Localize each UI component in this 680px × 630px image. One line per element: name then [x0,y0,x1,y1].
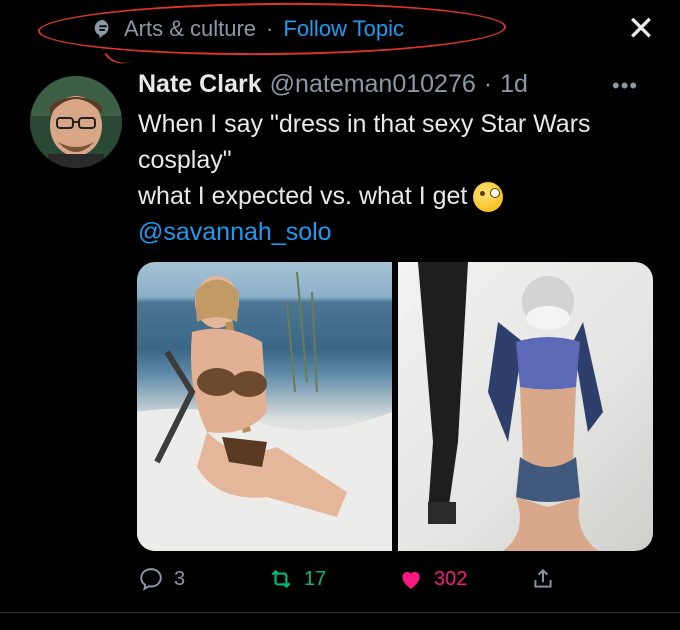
tweet-text-line: cosplay" [138,146,232,174]
photo-right[interactable] [398,262,653,551]
follow-topic-link[interactable]: Follow Topic [283,16,404,42]
like-count: 302 [434,567,468,590]
tweet-text-line: When I say "dress in that sexy Star Wars [138,110,591,138]
mention-link[interactable]: @savannah_solo [138,214,658,250]
tweet-text-line: what I expected vs. what I get [138,178,658,214]
topic-category[interactable]: Arts & culture [124,16,256,42]
topic-row: Arts & culture · Follow Topic [92,12,404,46]
author-handle[interactable]: @nateman010276 [270,70,476,99]
share-action[interactable] [530,566,556,592]
photo-left[interactable] [137,262,392,551]
like-action[interactable]: 302 [398,566,530,592]
topic-icon [92,18,114,40]
topic-separator: · [266,16,274,41]
tweet-time[interactable]: 1d [500,70,528,99]
tweet-header: Nate Clark @nateman010276 · 1d [138,70,528,99]
media-grid [137,262,653,551]
more-icon[interactable]: ••• [612,73,638,99]
close-icon[interactable]: ✕ [626,12,656,46]
action-bar: 3 17 302 [138,562,658,596]
tweet-text-line-content: what I expected vs. what I get [138,182,468,210]
author-name[interactable]: Nate Clark [138,70,262,99]
zany-face-emoji-icon [473,182,504,213]
heart-icon [402,571,420,589]
tweet-text: When I say "dress in that sexy Star Wars… [138,106,658,250]
retweet-count: 17 [304,567,327,590]
reply-action[interactable]: 3 [138,566,268,592]
header-separator: · [483,70,493,98]
avatar[interactable] [30,76,122,168]
divider [0,612,680,613]
share-icon [534,568,552,588]
reply-icon [140,568,162,591]
reply-count: 3 [174,567,186,590]
retweet-icon [271,569,291,589]
retweet-action[interactable]: 17 [268,566,398,592]
